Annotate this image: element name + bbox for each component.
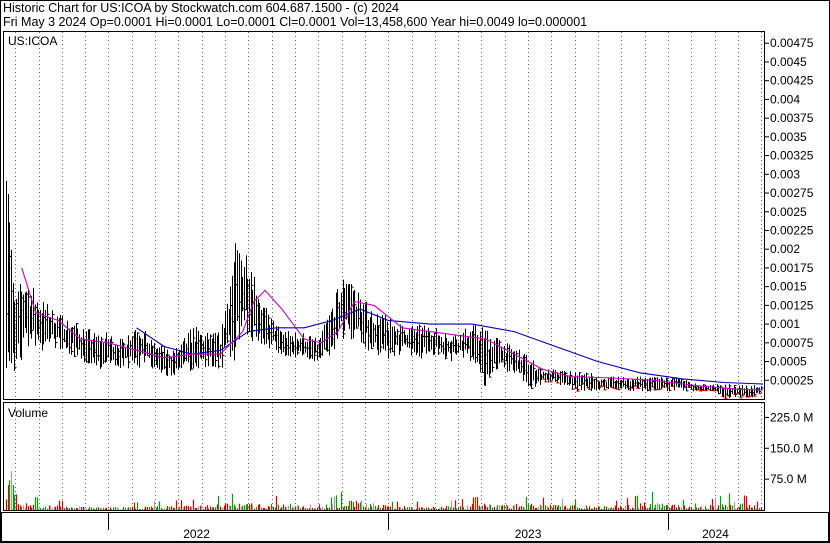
volume-label: Volume [8,406,48,420]
volume-axis: 75.0 M 150.0 M 225.0 M [765,410,813,486]
price-tick-label: 0.00125 [770,298,814,312]
time-axis: 2022 2023 2024 [1,512,829,542]
price-tick-label: 0.003 [770,167,800,181]
volume-panel: Volume 75.0 M 150.0 M 225.0 M [3,402,813,511]
year-label: 2022 [183,527,210,541]
price-tick-label: 0.0025 [770,205,807,219]
volume-panel-frame [3,402,765,511]
price-tick-label: 0.00025 [770,373,814,387]
price-tick-label: 0.0015 [770,280,807,294]
price-panel: US:ICOA 0.00025 0.0005 0.00075 0.001 0.00125… [3,31,814,400]
volume-tick-label: 225.0 M [770,410,813,424]
volume-tick-label: 150.0 M [770,441,813,455]
price-tick-label: 0.0005 [770,355,807,369]
price-tick-label: 0.00325 [770,149,814,163]
price-tick-label: 0.00375 [770,111,814,125]
price-tick-label: 0.0045 [770,55,807,69]
price-series-label: US:ICOA [8,34,57,48]
price-tick-label: 0.00425 [770,74,814,88]
price-volume-chart: US:ICOA 0.00025 0.0005 0.00075 0.001 0.00125… [0,0,830,543]
price-axis: 0.00025 0.0005 0.00075 0.001 0.00125 0.0015 0.… [765,36,814,387]
price-tick-label: 0.004 [770,92,800,106]
volume-tick-label: 75.0 M [770,472,807,486]
price-tick-label: 0.0035 [770,130,807,144]
price-tick-label: 0.00075 [770,336,814,350]
price-tick-label: 0.00225 [770,223,814,237]
price-tick-label: 0.00175 [770,261,814,275]
price-tick-label: 0.001 [770,317,800,331]
chart-window: Historic Chart for US:ICOA by Stockwatch… [0,0,830,543]
year-label: 2023 [515,527,542,541]
price-tick-label: 0.00475 [770,36,814,50]
price-tick-label: 0.002 [770,242,800,256]
year-label: 2024 [702,527,729,541]
price-tick-label: 0.00275 [770,186,814,200]
